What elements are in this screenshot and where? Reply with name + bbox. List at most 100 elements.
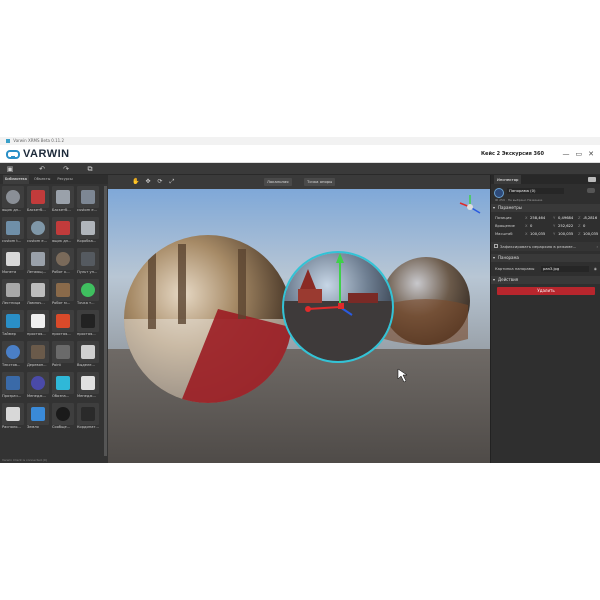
scale-z[interactable]: 100,035 xyxy=(583,231,598,238)
rotate-tool-icon[interactable]: ⟳ xyxy=(156,178,164,186)
library-item[interactable]: custom e... xyxy=(27,217,50,246)
local-toggle[interactable]: Локальная xyxy=(264,178,292,186)
library-item-thumbnail xyxy=(77,279,99,301)
library-item[interactable]: Монета xyxy=(2,248,25,277)
library-item[interactable]: Летающ... xyxy=(27,248,50,277)
library-item[interactable]: Пульт уп... xyxy=(77,248,100,277)
library-item-label: Лампоч... xyxy=(27,301,45,305)
library-item[interactable]: Баскетб... xyxy=(27,186,50,215)
library-item[interactable]: Выделе... xyxy=(77,341,100,370)
tab-resources[interactable]: Ресурсы xyxy=(55,175,74,184)
tablet-icon xyxy=(81,407,95,421)
library-item[interactable]: Текстов... xyxy=(2,341,25,370)
position-y[interactable]: 0,49684 xyxy=(558,215,573,222)
tab-objects[interactable]: Объекты xyxy=(32,175,52,184)
position-z[interactable]: -8,2816 xyxy=(583,215,597,222)
outline-sphere-icon xyxy=(56,376,70,390)
params-section-header[interactable]: Параметры xyxy=(491,204,600,212)
library-item[interactable]: Располо... xyxy=(2,403,25,432)
library-item-thumbnail xyxy=(27,310,49,332)
library-item-thumbnail xyxy=(77,310,99,332)
rotation-y[interactable]: 252,622 xyxy=(558,223,573,230)
library-item[interactable]: custom e... xyxy=(77,186,100,215)
duplicate-icon[interactable]: ⧉ xyxy=(86,165,94,173)
picker-icon[interactable]: ◉ xyxy=(594,265,597,273)
flying-cube-icon xyxy=(31,252,45,266)
tab-inspector[interactable]: Инспектор xyxy=(494,175,522,184)
library-tabs: Библиотека Объекты Ресурсы xyxy=(0,175,108,184)
object-name-field[interactable]: Панорама (0) xyxy=(507,188,564,194)
panorama-picture-field[interactable]: pan3.jpg xyxy=(541,266,589,272)
library-item[interactable]: Сообще... xyxy=(52,403,75,432)
scale-y[interactable]: 100,035 xyxy=(558,231,573,238)
library-item[interactable]: Менедж... xyxy=(27,372,50,401)
scale-tool-icon[interactable]: ⤢ xyxy=(168,178,176,186)
position-x[interactable]: 258,464 xyxy=(530,215,545,222)
save-icon[interactable]: ▣ xyxy=(6,165,14,173)
vr-headset-icon[interactable] xyxy=(588,177,596,182)
window-controls: — ▭ ✕ xyxy=(563,149,595,159)
cube-icon xyxy=(81,190,95,204)
library-item[interactable]: Точка т... xyxy=(77,279,100,308)
library-item-label: Сообще... xyxy=(52,425,71,429)
library-item[interactable]: ящик дл... xyxy=(52,217,75,246)
delete-button[interactable]: Удалить xyxy=(497,287,595,295)
tab-library[interactable]: Библиотека xyxy=(3,175,29,184)
library-item[interactable]: Коробка... xyxy=(77,217,100,246)
library-item[interactable]: простая... xyxy=(27,310,50,339)
teleport-point-icon xyxy=(81,283,95,297)
object-id: ID 259 · Не выбрано Название xyxy=(495,198,543,202)
connection-status: Varwin Client is connected (0) xyxy=(2,458,47,462)
scale-row: Масштаб X 100,035 Y 100,035 Z 100,035 xyxy=(495,231,599,238)
library-item[interactable]: custom t... xyxy=(2,217,25,246)
library-item[interactable]: Менедж... xyxy=(77,372,100,401)
library-item[interactable]: ящик дл... xyxy=(2,186,25,215)
library-item[interactable]: Лампоч... xyxy=(27,279,50,308)
hand-tool-icon[interactable]: ✋ xyxy=(132,178,140,186)
cube-icon xyxy=(31,221,45,235)
fix-hierarchy-checkbox[interactable] xyxy=(494,244,498,248)
actions-section-header[interactable]: Действия xyxy=(491,276,600,284)
library-item-thumbnail xyxy=(27,341,49,363)
panorama-sphere-selected[interactable] xyxy=(282,251,394,363)
library-item[interactable]: Робот к... xyxy=(52,248,75,277)
scale-x[interactable]: 100,035 xyxy=(530,231,545,238)
panorama-section-header[interactable]: Панорама xyxy=(491,254,600,262)
rotation-x[interactable]: 0 xyxy=(530,223,532,230)
library-item[interactable]: простая... xyxy=(77,310,100,339)
library-item[interactable]: Лестница xyxy=(2,279,25,308)
maximize-icon[interactable]: ▭ xyxy=(576,149,583,159)
undo-icon[interactable]: ↶ xyxy=(38,165,46,173)
close-icon[interactable]: ✕ xyxy=(588,149,594,159)
library-item[interactable]: Прозрач... xyxy=(2,372,25,401)
library-item-thumbnail xyxy=(27,217,49,239)
pivot-toggle[interactable]: Точка опоры xyxy=(304,178,336,186)
timer-icon xyxy=(6,314,20,328)
library-item[interactable]: Обозна... xyxy=(52,372,75,401)
move-tool-icon[interactable]: ✥ xyxy=(144,178,152,186)
library-item[interactable]: Робот м... xyxy=(52,279,75,308)
library-item-thumbnail xyxy=(27,279,49,301)
fix-hierarchy-row[interactable]: Зафиксировать иерархию в режиме... › xyxy=(491,242,600,251)
library-item[interactable]: Деревян... xyxy=(27,341,50,370)
scene-render xyxy=(108,189,490,463)
library-item[interactable]: Point xyxy=(52,341,75,370)
object-visibility-toggle[interactable] xyxy=(587,188,595,193)
library-item-label: Текстов... xyxy=(2,363,21,367)
minimize-icon[interactable]: — xyxy=(563,149,570,159)
library-item[interactable]: простая... xyxy=(52,310,75,339)
library-item[interactable]: Земля xyxy=(27,403,50,432)
rotation-z[interactable]: 0 xyxy=(583,223,585,230)
library-item-thumbnail xyxy=(27,248,49,270)
library-item-label: Точка т... xyxy=(77,301,95,305)
position-row: Позиция X 258,464 Y 0,49684 Z -8,2816 xyxy=(495,215,598,222)
library-item[interactable]: Кординат... xyxy=(77,403,100,432)
library-item[interactable]: Баскетб... xyxy=(52,186,75,215)
redo-icon[interactable]: ↷ xyxy=(62,165,70,173)
library-scrollbar[interactable] xyxy=(104,186,107,456)
scene-viewport[interactable] xyxy=(108,189,490,463)
message-icon xyxy=(56,407,70,421)
library-item-thumbnail xyxy=(27,403,49,425)
button-icon xyxy=(56,314,70,328)
library-item[interactable]: Таймер xyxy=(2,310,25,339)
